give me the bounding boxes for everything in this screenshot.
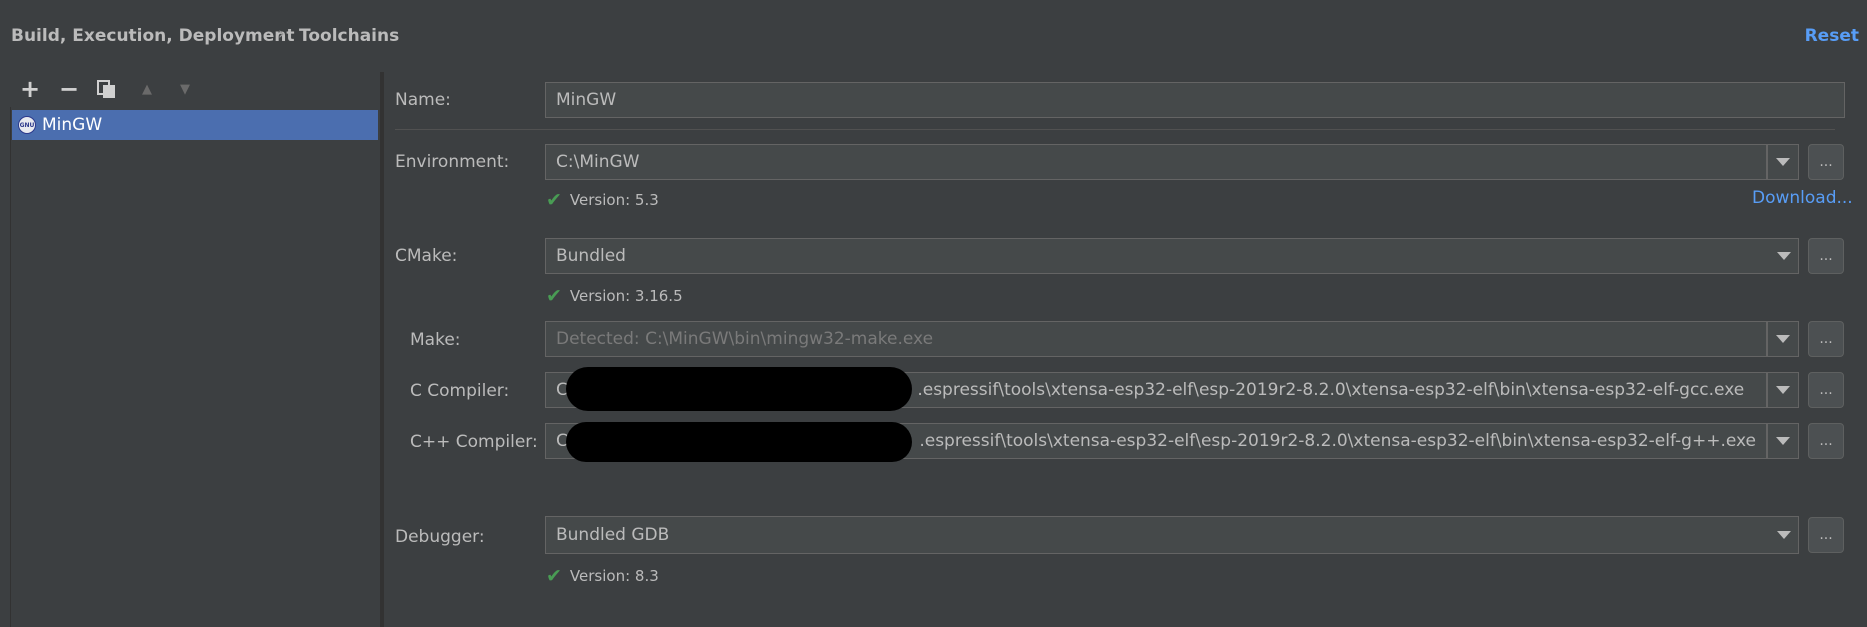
chevron-down-icon <box>1776 386 1790 394</box>
c-compiler-path-suffix: .espressif\tools\xtensa-esp32-elf\esp-20… <box>917 380 1745 400</box>
divider <box>395 129 1835 130</box>
name-label: Name: <box>395 90 451 110</box>
toolchain-list <box>10 107 379 627</box>
debugger-dropdown-button[interactable] <box>1768 517 1800 553</box>
make-label: Make: <box>410 330 461 350</box>
c-compiler-browse-button[interactable]: ... <box>1808 372 1844 408</box>
c-compiler-dropdown-button[interactable] <box>1767 372 1799 408</box>
cpp-compiler-path-suffix: .espressif\tools\xtensa-esp32-elf\esp-20… <box>919 431 1757 451</box>
toolchain-item-label: MinGW <box>42 115 103 135</box>
make-field[interactable]: Detected: C:\MinGW\bin\mingw32-make.exe <box>545 321 1767 357</box>
make-combo[interactable]: Detected: C:\MinGW\bin\mingw32-make.exe <box>545 321 1799 357</box>
cmake-label: CMake: <box>395 246 458 266</box>
chevron-down-icon <box>1777 531 1791 539</box>
remove-toolchain-button[interactable]: − <box>58 75 80 103</box>
panel-splitter[interactable] <box>380 72 384 627</box>
environment-version-status: ✔ Version: 5.3 <box>546 189 659 211</box>
breadcrumb-separator-icon: › <box>278 24 285 44</box>
cpp-compiler-label: C++ Compiler: <box>410 432 538 452</box>
cmake-version-status: ✔ Version: 3.16.5 <box>546 285 683 307</box>
chevron-down-icon <box>1777 252 1791 260</box>
add-toolchain-button[interactable]: + <box>19 75 41 103</box>
gnu-icon: GNU <box>18 116 36 134</box>
debugger-version-status: ✔ Version: 8.3 <box>546 565 659 587</box>
arrow-up-icon: ▲ <box>142 81 152 97</box>
download-link[interactable]: Download... <box>1752 188 1853 208</box>
environment-combo[interactable]: C:\MinGW <box>545 144 1799 180</box>
move-down-button[interactable]: ▼ <box>174 78 196 100</box>
plus-icon: + <box>19 75 41 103</box>
chevron-down-icon <box>1776 158 1790 166</box>
debugger-label: Debugger: <box>395 527 485 547</box>
make-dropdown-button[interactable] <box>1767 321 1799 357</box>
environment-field[interactable]: C:\MinGW <box>545 144 1767 180</box>
toolchain-list-item[interactable]: GNU MinGW <box>12 110 378 140</box>
redaction-mark <box>566 367 912 411</box>
cmake-browse-button[interactable]: ... <box>1808 238 1844 274</box>
cmake-field[interactable]: Bundled <box>545 238 1799 274</box>
cmake-version-text: Version: 3.16.5 <box>569 287 683 305</box>
chevron-down-icon <box>1776 335 1790 343</box>
debugger-browse-button[interactable]: ... <box>1808 517 1844 553</box>
cmake-combo[interactable]: Bundled <box>545 238 1799 274</box>
check-icon: ✔ <box>546 285 562 307</box>
environment-dropdown-button[interactable] <box>1767 144 1799 180</box>
chevron-down-icon <box>1776 437 1790 445</box>
redaction-mark <box>566 422 912 462</box>
minus-icon: − <box>58 75 80 103</box>
cmake-dropdown-button[interactable] <box>1768 238 1800 274</box>
check-icon: ✔ <box>546 565 562 587</box>
debugger-combo[interactable]: Bundled GDB <box>545 516 1799 554</box>
copy-toolchain-button[interactable] <box>96 78 118 100</box>
make-browse-button[interactable]: ... <box>1808 321 1844 357</box>
reset-link[interactable]: Reset <box>1805 26 1859 46</box>
cpp-compiler-dropdown-button[interactable] <box>1767 423 1799 459</box>
c-compiler-label: C Compiler: <box>410 381 510 401</box>
copy-icon <box>97 80 115 98</box>
move-up-button[interactable]: ▲ <box>136 78 158 100</box>
environment-label: Environment: <box>395 152 510 172</box>
environment-version-text: Version: 5.3 <box>569 191 659 209</box>
name-field[interactable]: MinGW <box>545 82 1845 118</box>
debugger-version-text: Version: 8.3 <box>569 567 659 585</box>
arrow-down-icon: ▼ <box>180 81 190 97</box>
debugger-field[interactable]: Bundled GDB <box>545 516 1799 554</box>
breadcrumb-current: Toolchains <box>299 26 400 46</box>
environment-browse-button[interactable]: ... <box>1808 144 1844 180</box>
cpp-compiler-browse-button[interactable]: ... <box>1808 423 1844 459</box>
check-icon: ✔ <box>546 189 562 211</box>
breadcrumb-parent: Build, Execution, Deployment <box>11 26 295 46</box>
